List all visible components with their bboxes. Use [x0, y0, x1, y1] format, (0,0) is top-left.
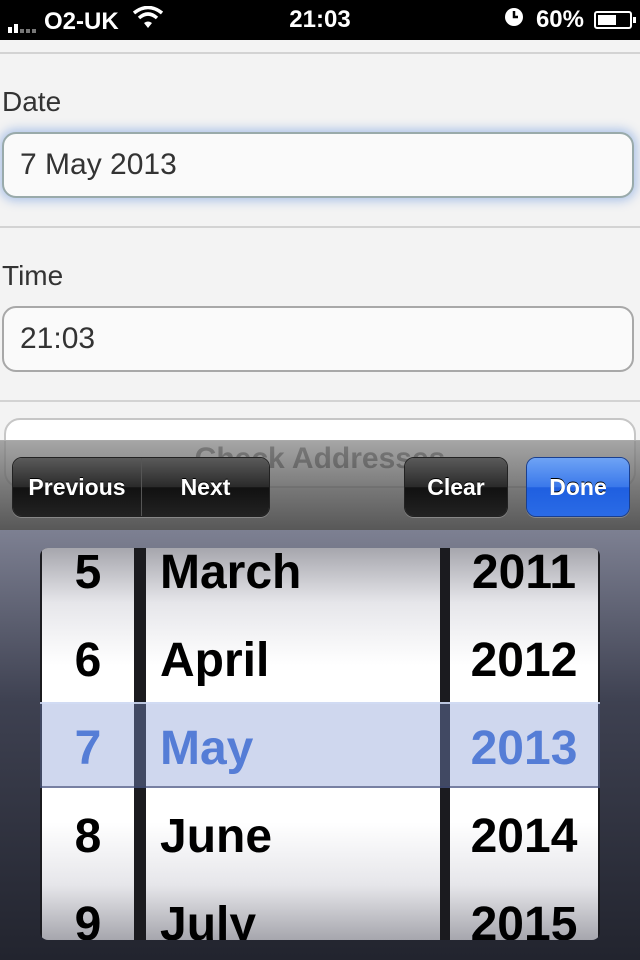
month-option[interactable]: June	[146, 792, 440, 880]
month-option[interactable]: April	[146, 616, 440, 704]
previous-button[interactable]: Previous	[13, 458, 141, 516]
divider	[0, 52, 640, 54]
year-option[interactable]: 2012	[450, 616, 598, 704]
time-field[interactable]: 21:03	[2, 306, 634, 372]
month-option[interactable]: March	[146, 548, 440, 616]
prev-next-segment: Previous Next	[12, 457, 270, 517]
day-option[interactable]: 9	[42, 880, 134, 941]
year-option[interactable]: 2015	[450, 880, 598, 941]
battery-icon	[594, 11, 636, 29]
clear-segment: Clear	[404, 457, 508, 517]
keyboard-toolbar: Previous Next Clear Done	[0, 440, 640, 531]
clock-icon	[504, 6, 524, 34]
status-bar: O2-UK 21:03 60%	[0, 0, 640, 40]
day-option[interactable]: 6	[42, 616, 134, 704]
next-button[interactable]: Next	[141, 458, 269, 516]
done-button[interactable]: Done	[527, 458, 629, 516]
battery-percent: 60%	[535, 6, 584, 33]
day-option[interactable]: 8	[42, 792, 134, 880]
date-field[interactable]: 7 May 2013	[2, 132, 634, 198]
picker-selection-indicator	[40, 702, 600, 788]
divider	[0, 400, 640, 402]
divider	[0, 226, 640, 228]
day-option[interactable]: 5	[42, 548, 134, 616]
year-option[interactable]: 2011	[450, 548, 598, 616]
year-option[interactable]: 2014	[450, 792, 598, 880]
month-option[interactable]: July	[146, 880, 440, 941]
time-label: Time	[2, 260, 64, 291]
clear-button[interactable]: Clear	[405, 458, 507, 516]
done-segment: Done	[526, 457, 630, 517]
date-label: Date	[2, 86, 62, 117]
